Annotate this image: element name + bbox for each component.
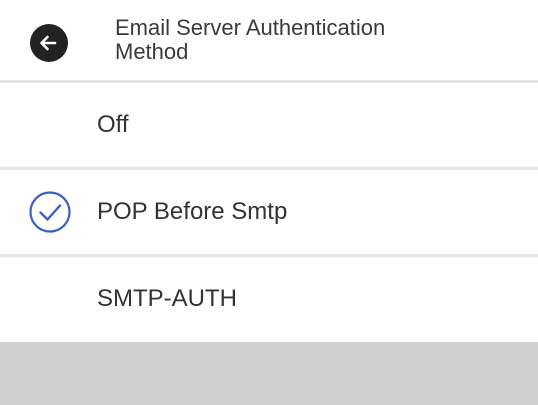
option-off[interactable]: Off (0, 83, 538, 167)
auth-method-screen: Email Server Authentication Method Off P… (0, 0, 538, 405)
footer-bar (0, 342, 538, 405)
header: Email Server Authentication Method (0, 0, 538, 80)
option-label: SMTP-AUTH (97, 285, 237, 312)
page-title-line-1: Email Server Authentication (115, 15, 386, 40)
option-label: Off (97, 111, 129, 138)
back-button[interactable] (30, 24, 68, 62)
option-smtp-auth[interactable]: SMTP-AUTH (0, 257, 538, 341)
page-title: Email Server Authentication Method (115, 16, 515, 64)
option-label: POP Before Smtp (97, 198, 288, 225)
check-circle-icon (29, 191, 71, 233)
option-pop-before-smtp[interactable]: POP Before Smtp (0, 170, 538, 254)
page-title-line-2: Method (115, 39, 189, 64)
arrow-left-icon (40, 35, 57, 51)
